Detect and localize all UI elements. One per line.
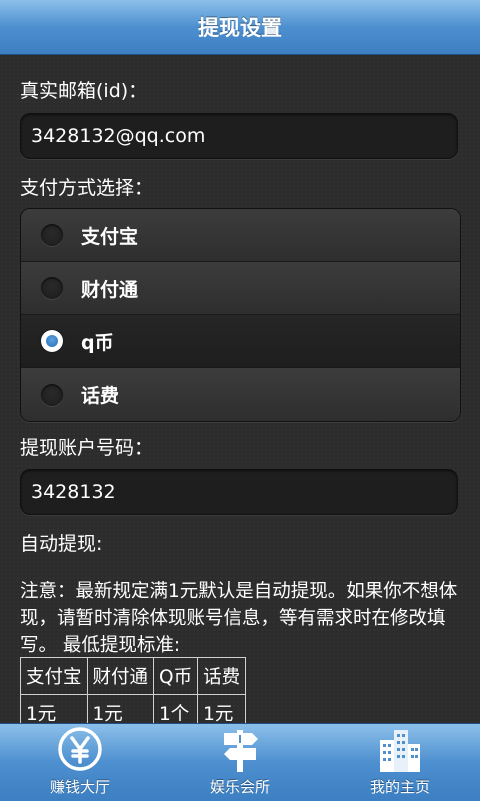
tab-label: 我的主页	[369, 778, 430, 796]
yen-coin-icon	[58, 727, 102, 771]
table-header-row: 支付宝 财付通 Q币 话费	[20, 657, 247, 695]
radio-unchecked-icon[interactable]	[41, 224, 63, 246]
radio-checked-icon[interactable]	[41, 330, 63, 352]
radio-unchecked-icon[interactable]	[41, 383, 63, 406]
payment-option-qcoin[interactable]: q币	[21, 315, 460, 368]
auto-withdraw-label: 自动提现:	[20, 533, 103, 555]
withdraw-standard-table: 支付宝 财付通 Q币 话费 1元 1元 1个 1元	[20, 657, 247, 732]
email-field[interactable]: 3428132@qq.com	[20, 113, 458, 159]
tab-label: 赚钱大厅	[49, 778, 110, 796]
bottom-tab-bar: 赚钱大厅 娱乐会所 我的主页	[0, 723, 480, 801]
tab-label: 娱乐会所	[209, 778, 270, 796]
account-number-label: 提现账户号码：	[20, 437, 154, 459]
signpost-icon	[224, 730, 258, 772]
notice-text: 注意：最新规定满1元默认是自动提现。如果你不想体现，请暂时清除体现账号信息，等有…	[20, 581, 458, 656]
table-header-cell: 支付宝	[20, 657, 88, 695]
payment-option-label: q币	[81, 331, 114, 354]
page-title: 提现设置	[198, 16, 282, 40]
payment-option-alipay[interactable]: 支付宝	[21, 209, 460, 262]
payment-method-radio-group: 支付宝 财付通 q币 话费	[20, 208, 461, 422]
email-value: 3428132@qq.com	[31, 125, 206, 147]
tab-entertainment[interactable]: 娱乐会所	[160, 724, 320, 801]
buildings-icon	[380, 730, 420, 772]
payment-option-label: 财付通	[81, 278, 139, 301]
table-header-cell: 话费	[197, 657, 247, 695]
payment-option-tenpay[interactable]: 财付通	[21, 262, 460, 315]
account-number-value: 3428132	[31, 481, 116, 503]
table-header-cell: Q币	[153, 657, 199, 695]
payment-option-phone-credit[interactable]: 话费	[21, 368, 460, 421]
payment-method-label: 支付方式选择：	[20, 177, 154, 199]
email-label: 真实邮箱(id)：	[20, 80, 148, 102]
table-header-cell: 财付通	[86, 657, 155, 695]
account-number-field[interactable]: 3428132	[20, 469, 458, 515]
payment-option-label: 支付宝	[81, 225, 139, 248]
tab-money-hall[interactable]: 赚钱大厅	[0, 724, 160, 801]
tab-my-home[interactable]: 我的主页	[320, 724, 480, 801]
title-bar: 提现设置	[0, 0, 480, 55]
radio-unchecked-icon[interactable]	[41, 277, 63, 299]
payment-option-label: 话费	[81, 385, 120, 407]
